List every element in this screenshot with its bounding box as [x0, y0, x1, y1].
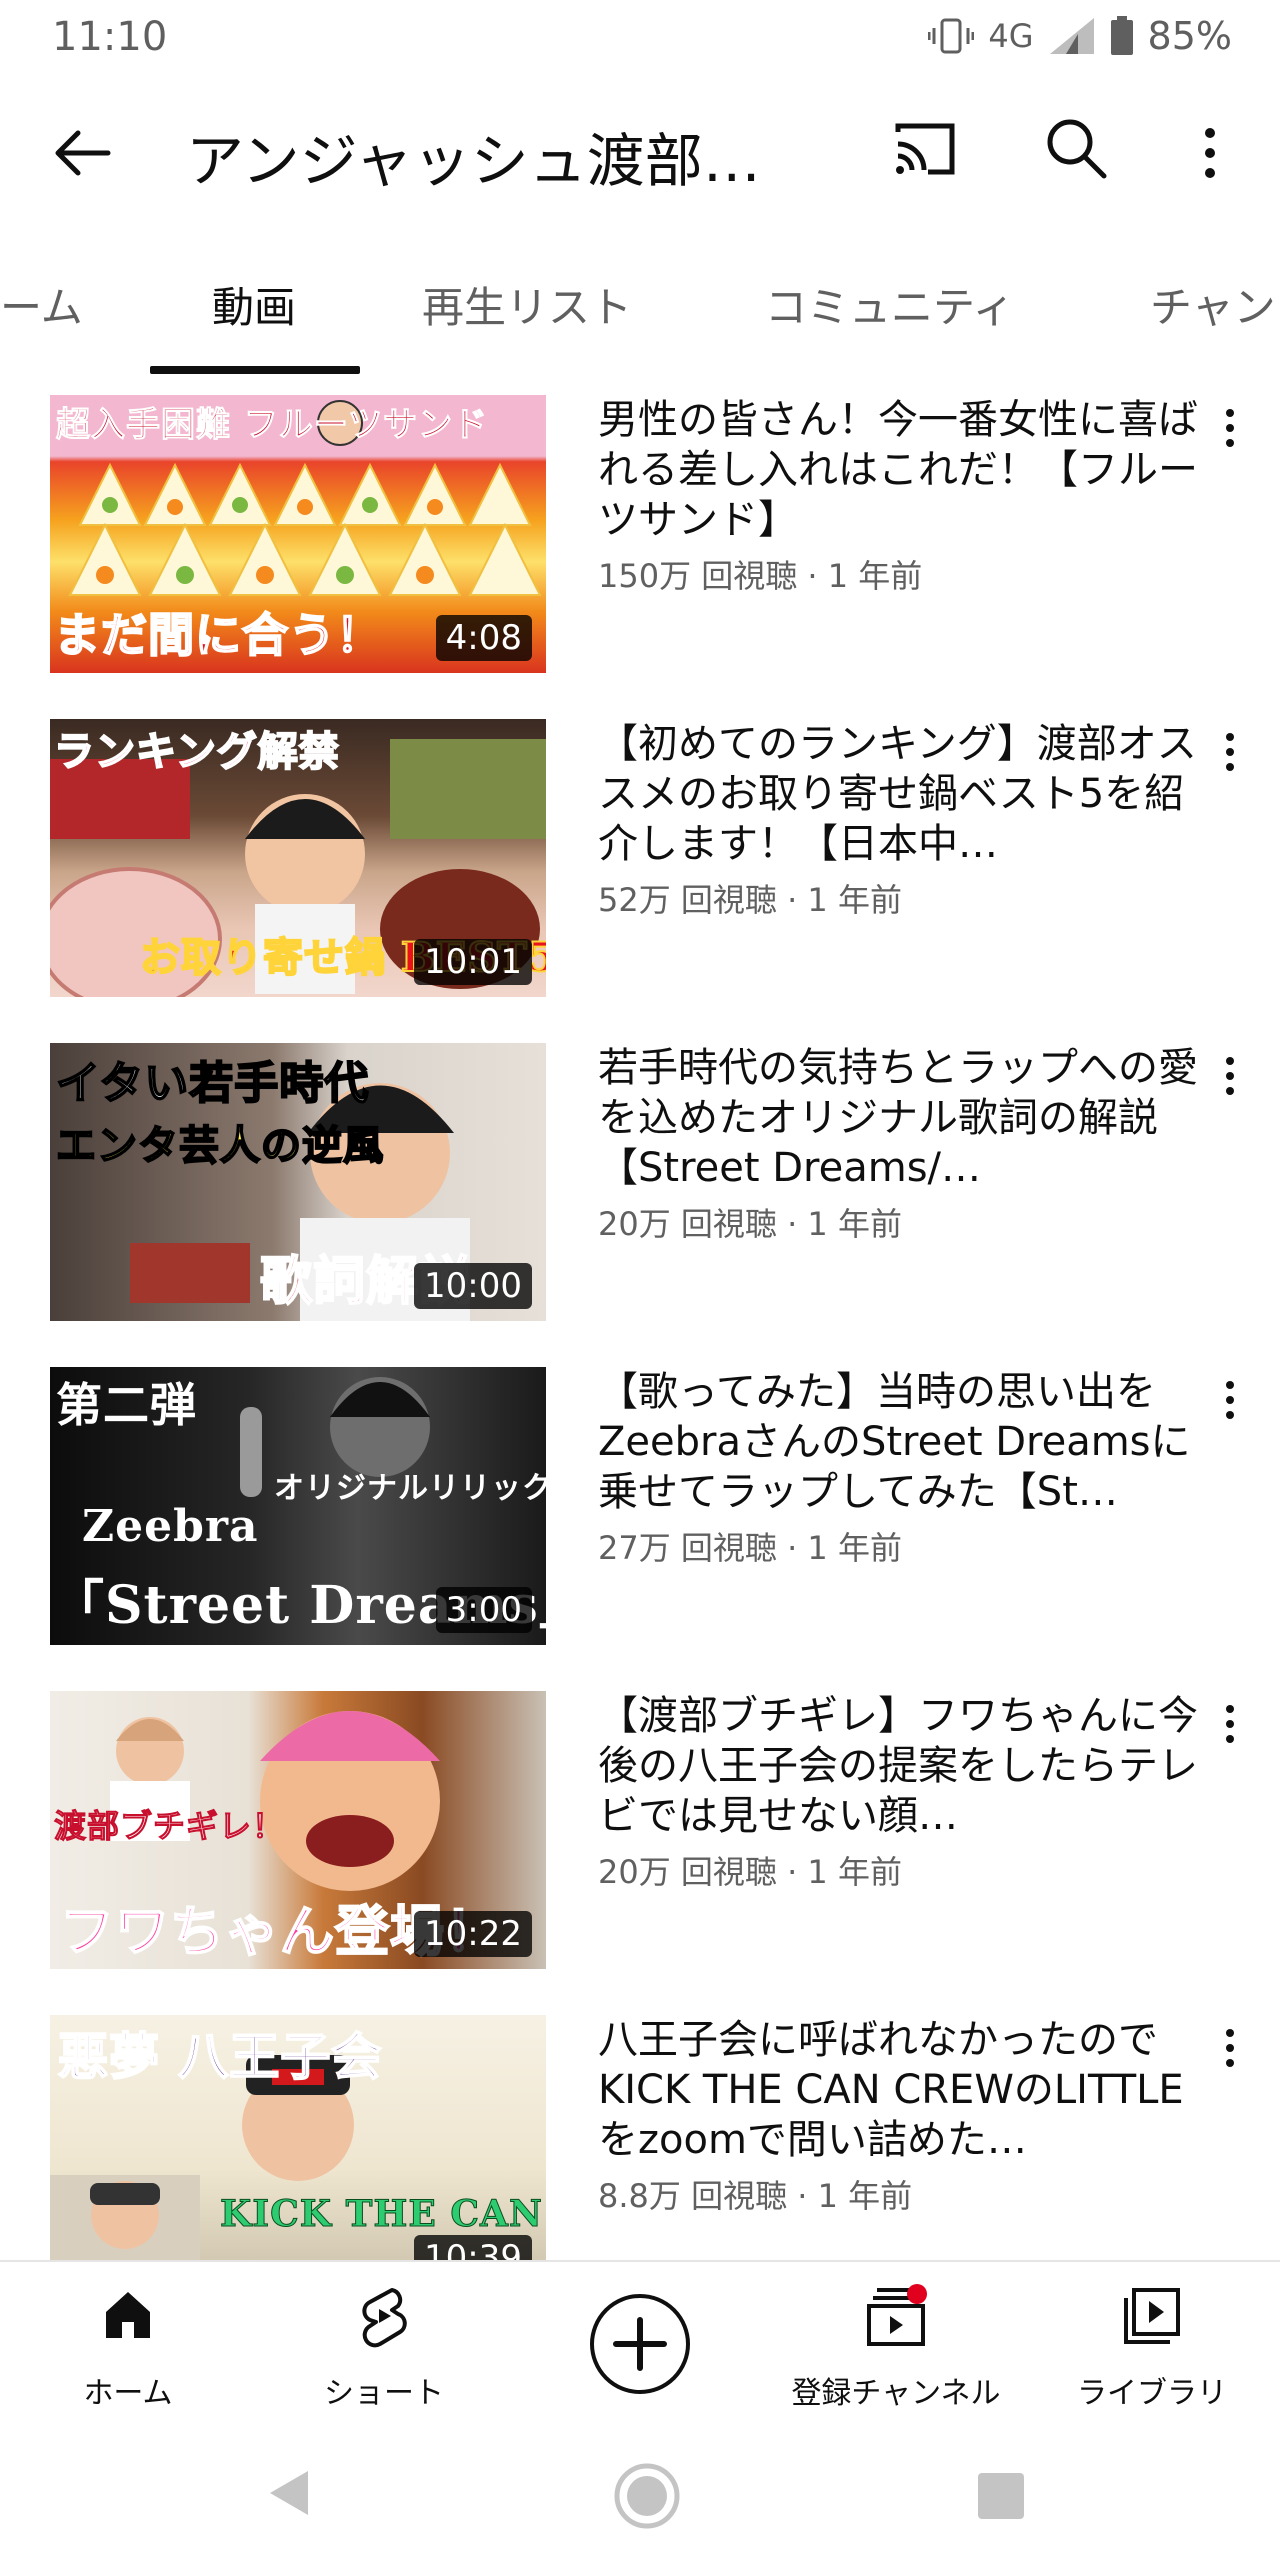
video-title[interactable]: 【歌ってみた】当時の思い出をZeebraさんのStreet Dreamsに乗せて… [598, 1367, 1198, 1517]
channel-title: アンジャッシュ渡部… [186, 127, 761, 195]
thumb-caption: イタい若手時代 [55, 1057, 370, 1110]
video-meta: 20万 回視聴 · 1 年前 [598, 1853, 902, 1891]
status-time: 11:10 [52, 14, 168, 60]
video-more-icon[interactable] [1210, 1699, 1250, 1759]
video-item[interactable]: 悪夢 八王子会 KICK THE CAN CREW 10:39 八王子会に呼ばれ… [0, 2015, 1280, 2260]
tab-community[interactable]: コミュニティ [765, 274, 1014, 335]
nav-label: ショート [324, 2376, 444, 2411]
video-duration: 4:08 [435, 615, 532, 661]
tab-channels[interactable]: チャン [1150, 274, 1276, 335]
system-navigation-bar [0, 2425, 1280, 2560]
video-meta: 20万 回視聴 · 1 年前 [598, 1205, 902, 1243]
bottom-navigation: ホーム ショート 登録チャンネル ライブラリ [0, 2260, 1280, 2425]
video-meta: 27万 回視聴 · 1 年前 [598, 1529, 902, 1567]
thumb-caption: まだ間に合う！ [53, 607, 383, 663]
nav-home[interactable]: ホーム [0, 2262, 256, 2427]
video-item[interactable]: 第二弾 オリジナルリリック Zeebra 「Street Dreams」 3:0… [0, 1367, 1280, 1691]
nav-label: ライブラリ [1077, 2376, 1227, 2411]
tab-videos[interactable]: 動画 [212, 274, 296, 335]
video-duration: 10:00 [414, 1263, 532, 1309]
video-more-icon[interactable] [1210, 1375, 1250, 1435]
home-icon [98, 2284, 158, 2348]
video-thumbnail[interactable]: 第二弾 オリジナルリリック Zeebra 「Street Dreams」 3:0… [50, 1367, 546, 1645]
video-meta: 150万 回視聴 · 1 年前 [598, 557, 923, 595]
video-title[interactable]: 【渡部ブチギレ】フワちゃんに今後の八王子会の提案をしたらテレビでは見せない顔… [598, 1691, 1198, 1841]
network-type: 4G [988, 17, 1034, 55]
video-thumbnail[interactable]: 超入手困難 フルーツサンド まだ間に合う！ 4:08 [50, 395, 546, 673]
video-meta: 52万 回視聴 · 1 年前 [598, 881, 902, 919]
app-bar: アンジャッシュ渡部… [0, 78, 1280, 222]
thumb-caption: オリジナルリリック [274, 1471, 546, 1506]
thumb-caption: 第二弾 [56, 1378, 197, 1432]
thumb-caption: ランキング解禁 [53, 727, 340, 776]
battery-level: 85% [1147, 14, 1232, 58]
video-more-icon[interactable] [1210, 2023, 1250, 2083]
battery-icon [1110, 16, 1134, 56]
video-thumbnail[interactable]: 渡部ブチギレ！ フワちゃん登場！ 10:22 [50, 1691, 546, 1969]
video-title[interactable]: 八王子会に呼ばれなかったのでKICK THE CAN CREWのLITTLEをz… [598, 2015, 1198, 2165]
video-title[interactable]: 若手時代の気持ちとラップへの愛を込めたオリジナル歌詞の解説【Street Dre… [598, 1043, 1198, 1193]
video-title[interactable]: 男性の皆さん！今一番女性に喜ばれる差し入れはこれだ！【フルーツサンド】 [598, 395, 1198, 545]
video-more-icon[interactable] [1210, 727, 1250, 787]
status-icons: 4G 85% [928, 14, 1232, 58]
video-duration: 10:39 [414, 2235, 532, 2260]
vibrate-icon [928, 16, 975, 56]
status-bar: 11:10 4G 85% [0, 0, 1280, 78]
video-duration: 10:22 [414, 1911, 532, 1957]
thumb-caption: 悪夢 八王子会 [57, 2026, 383, 2087]
system-back-icon[interactable] [262, 2465, 318, 2525]
video-item[interactable]: ランキング解禁 お取り寄せ鍋 BEST5 10:01 【初めてのランキング】渡部… [0, 719, 1280, 1043]
active-tab-indicator [150, 366, 360, 374]
thumb-caption: 超入手困難 フルーツサンド [55, 405, 489, 446]
system-recents-icon[interactable] [976, 2471, 1026, 2525]
video-more-icon[interactable] [1210, 403, 1250, 463]
back-arrow-icon[interactable] [48, 118, 128, 188]
nav-label: 登録チャンネル [791, 2376, 1001, 2411]
system-home-icon[interactable] [612, 2461, 682, 2535]
video-meta: 8.8万 回視聴 · 1 年前 [598, 2177, 913, 2215]
subscriptions-icon [863, 2284, 929, 2352]
video-item[interactable]: 超入手困難 フルーツサンド まだ間に合う！ 4:08 男性の皆さん！今一番女性に… [0, 395, 1280, 719]
more-vert-icon[interactable] [1190, 114, 1230, 194]
video-duration: 3:00 [435, 1587, 532, 1633]
tab-playlists[interactable]: 再生リスト [422, 274, 632, 335]
nav-label: ホーム [83, 2376, 173, 2411]
nav-shorts[interactable]: ショート [256, 2262, 512, 2427]
cast-icon[interactable] [890, 114, 970, 194]
channel-tabs: ーム 動画 再生リスト コミュニティ チャン [0, 222, 1280, 374]
video-more-icon[interactable] [1210, 1051, 1250, 1111]
tab-home[interactable]: ーム [0, 274, 83, 335]
thumb-caption: エンタ芸人の逆風 [55, 1121, 384, 1170]
video-item[interactable]: 渡部ブチギレ！ フワちゃん登場！ 10:22 【渡部ブチギレ】フワちゃんに今後の… [0, 1691, 1280, 2015]
thumb-caption: KICK THE CAN CREW [220, 2193, 546, 2236]
nav-subscriptions[interactable]: 登録チャンネル [768, 2262, 1024, 2427]
video-thumbnail[interactable]: ランキング解禁 お取り寄せ鍋 BEST5 10:01 [50, 719, 546, 997]
thumb-caption: 渡部ブチギレ！ [53, 1807, 286, 1846]
video-thumbnail[interactable]: イタい若手時代 エンタ芸人の逆風 歌詞解説 10:00 [50, 1043, 546, 1321]
video-title[interactable]: 【初めてのランキング】渡部オススメのお取り寄せ鍋ベスト5を紹介します！【日本中… [598, 719, 1198, 869]
create-plus-icon[interactable] [590, 2294, 690, 2394]
search-icon[interactable] [1040, 112, 1120, 192]
nav-library[interactable]: ライブラリ [1024, 2262, 1280, 2427]
shorts-icon [354, 2284, 414, 2352]
signal-icon [1048, 16, 1096, 56]
thumb-caption: Zeebra [82, 1501, 259, 1552]
video-list: 超入手困難 フルーツサンド まだ間に合う！ 4:08 男性の皆さん！今一番女性に… [0, 395, 1280, 2260]
notification-dot [907, 2284, 927, 2304]
video-thumbnail[interactable]: 悪夢 八王子会 KICK THE CAN CREW 10:39 [50, 2015, 546, 2260]
library-icon [1120, 2284, 1184, 2352]
video-duration: 10:01 [414, 939, 532, 985]
video-item[interactable]: イタい若手時代 エンタ芸人の逆風 歌詞解説 10:00 若手時代の気持ちとラップ… [0, 1043, 1280, 1367]
